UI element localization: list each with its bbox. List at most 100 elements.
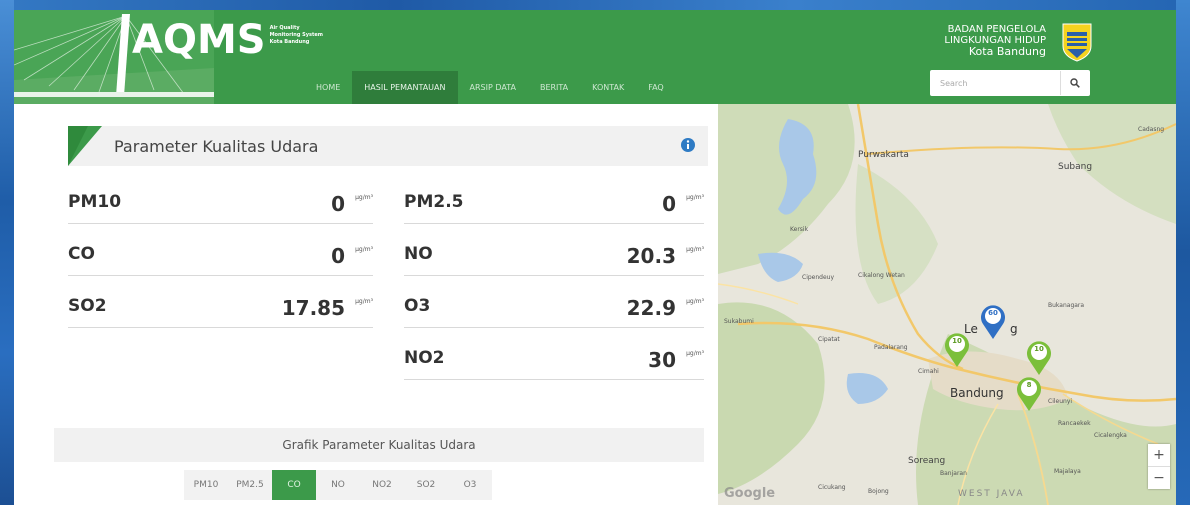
param-value: 0: [662, 192, 676, 216]
station-map[interactable]: Purwakarta Subang Cadasng Kersik Cipende…: [718, 104, 1176, 505]
param-unit: µg/m³: [686, 194, 704, 201]
search-box: [930, 70, 1090, 96]
station-marker-1[interactable]: 60: [980, 304, 1006, 340]
map-label-majalaya: Majalaya: [1054, 468, 1081, 475]
google-logo[interactable]: Google: [724, 486, 775, 501]
param-value: 20.3: [626, 244, 676, 268]
param-co: CO 0 µg/m³: [68, 236, 373, 276]
param-unit: µg/m³: [355, 246, 373, 253]
param-value: 0: [331, 192, 345, 216]
map-label-banjaran: Banjaran: [940, 470, 967, 477]
param-pm10: PM10 0 µg/m³: [68, 184, 373, 224]
station-value: 60: [988, 309, 998, 317]
tab-pm25[interactable]: PM2.5: [228, 470, 272, 500]
air-quality-panel: Parameter Kualitas Udara PM10 0 µg/m³ PM…: [54, 104, 718, 505]
nav-hasil-pemantauan[interactable]: HASIL PEMANTAUAN: [352, 71, 458, 104]
search-input[interactable]: [930, 71, 1060, 95]
station-marker-4[interactable]: 8: [1016, 376, 1042, 412]
map-label-sukabumi: Sukabumi: [724, 318, 754, 325]
param-label: PM10: [68, 192, 122, 212]
logo-subtitle: Air Quality Monitoring System Kota Bandu…: [270, 25, 323, 46]
map-label-cicukang: Cicukang: [818, 484, 846, 491]
agency-line: BADAN PENGELOLA: [947, 24, 1046, 35]
map-label-padalarang: Padalarang: [874, 344, 908, 351]
map-terrain: [718, 104, 1176, 505]
agency-line: Kota Bandung: [968, 45, 1046, 58]
tab-co[interactable]: CO: [272, 470, 316, 500]
map-label-lembang-end: g: [1010, 322, 1018, 336]
nav-berita[interactable]: BERITA: [528, 71, 580, 104]
map-zoom-control: + −: [1148, 444, 1170, 489]
map-label-region: WEST JAVA: [958, 489, 1025, 499]
logo-text: AQMS: [132, 17, 266, 63]
nav-home[interactable]: HOME: [304, 71, 352, 104]
tab-o3[interactable]: O3: [448, 470, 492, 500]
map-label-cadasng: Cadasng: [1138, 126, 1165, 133]
chart-parameter-tabs: PM10 PM2.5 CO NO NO2 SO2 O3: [184, 470, 492, 500]
map-label-purwakarta: Purwakarta: [858, 150, 909, 160]
map-label-cicalengka: Cicalengka: [1094, 432, 1127, 439]
map-label-kersik: Kersik: [790, 226, 809, 233]
search-icon: [1069, 78, 1080, 88]
logo-sub-line: Air Quality: [269, 25, 300, 31]
tab-no2[interactable]: NO2: [360, 470, 404, 500]
search-button[interactable]: [1060, 71, 1088, 95]
nav-faq[interactable]: FAQ: [636, 71, 676, 104]
param-no2: NO2 30 µg/m³: [404, 340, 704, 380]
main-nav: HOME HASIL PEMANTAUAN ARSIP DATA BERITA …: [304, 71, 676, 104]
param-o3: O3 22.9 µg/m³: [404, 288, 704, 328]
city-crest-icon: [1062, 23, 1092, 62]
map-label-soreang: Soreang: [908, 456, 946, 466]
map-label-subang: Subang: [1058, 162, 1093, 172]
map-label-rancaekek: Rancaekek: [1058, 420, 1091, 427]
station-value: 10: [952, 337, 962, 345]
parameter-header: Parameter Kualitas Udara: [68, 126, 708, 166]
map-label-bojong: Bojong: [868, 488, 889, 495]
zoom-in-button[interactable]: +: [1148, 444, 1170, 466]
param-label: NO: [404, 244, 433, 264]
param-label: SO2: [68, 296, 107, 316]
station-marker-2[interactable]: 10: [944, 332, 970, 368]
nav-kontak[interactable]: KONTAK: [580, 71, 636, 104]
param-label: O3: [404, 296, 431, 316]
param-unit: µg/m³: [355, 194, 373, 201]
logo-sub-line: Kota Bandung: [269, 39, 310, 45]
agency-name: BADAN PENGELOLA LINGKUNGAN HIDUP Kota Ba…: [944, 24, 1046, 57]
param-value: 0: [331, 244, 345, 268]
tab-pm10[interactable]: PM10: [184, 470, 228, 500]
map-label-cileunyi: Cileunyi: [1048, 398, 1073, 405]
tab-no[interactable]: NO: [316, 470, 360, 500]
site-header: AQMS Air Quality Monitoring System Kota …: [14, 10, 1176, 104]
info-icon[interactable]: [680, 137, 696, 153]
map-label-cipatat: Cipatat: [818, 336, 840, 343]
param-value: 30: [648, 348, 676, 372]
param-label: PM2.5: [404, 192, 464, 212]
param-no: NO 20.3 µg/m³: [404, 236, 704, 276]
param-label: NO2: [404, 348, 445, 368]
header-flag-icon: [68, 126, 102, 166]
parameter-title: Parameter Kualitas Udara: [114, 137, 319, 156]
map-label-bandung: Bandung: [950, 386, 1004, 400]
desktop-background-left: [0, 0, 14, 505]
station-marker-3[interactable]: 10: [1026, 340, 1052, 376]
browser-page: AQMS Air Quality Monitoring System Kota …: [14, 10, 1176, 505]
station-value: 8: [1026, 381, 1032, 389]
desktop-background-right: [1176, 0, 1190, 505]
param-unit: µg/m³: [686, 246, 704, 253]
station-value: 10: [1034, 345, 1044, 353]
map-label-cipendeuy: Cipendeuy: [802, 274, 835, 281]
zoom-out-button[interactable]: −: [1148, 467, 1170, 489]
map-label-cimahi: Cimahi: [918, 368, 939, 375]
map-label-cikalong: Cikalong Wetan: [858, 272, 905, 279]
param-unit: µg/m³: [686, 350, 704, 357]
aqms-logo[interactable]: AQMS Air Quality Monitoring System Kota …: [132, 18, 323, 62]
param-label: CO: [68, 244, 95, 264]
param-unit: µg/m³: [686, 298, 704, 305]
tab-so2[interactable]: SO2: [404, 470, 448, 500]
param-unit: µg/m³: [355, 298, 373, 305]
param-value: 17.85: [281, 296, 345, 320]
chart-section-title: Grafik Parameter Kualitas Udara: [54, 428, 704, 462]
nav-arsip-data[interactable]: ARSIP DATA: [458, 71, 528, 104]
logo-sub-line: Monitoring System: [269, 32, 323, 38]
param-so2: SO2 17.85 µg/m³: [68, 288, 373, 328]
